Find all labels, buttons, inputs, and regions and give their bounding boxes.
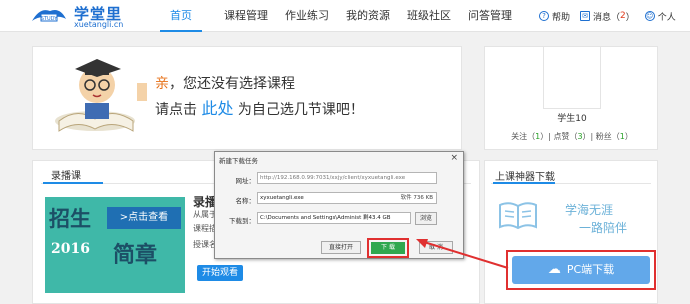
prompt-line2-post: 为自己选几节课吧！ [237,102,364,118]
download-highlight: 下 载 [367,238,409,258]
browse-button[interactable]: 浏览 [415,212,437,225]
messages-label: 消息 [593,12,612,23]
download-button[interactable]: 下 载 [371,242,405,254]
enrollment-banner[interactable]: 招生 >点击查看 2016 简章 [45,197,185,293]
close-icon[interactable]: × [450,153,458,163]
prompt-line1: ，您还没有选择课程 [169,76,295,92]
mail-icon: ✉ [580,11,591,21]
help-icon: ? [539,11,549,21]
main-nav: 首页 课程管理 作业练习 我的资源 班级社区 问答管理 [160,0,529,32]
open-directly-button[interactable]: 直接打开 [321,241,361,254]
user-icon: ☺ [644,11,655,21]
annotation-arrow [416,239,509,269]
nav-home[interactable]: 首页 [160,0,202,32]
slogan-line1: 学海无涯 [565,203,614,217]
choose-course-message: 请点击 此处 为自己选几节课吧！ [155,95,364,119]
profile-stats: 关注（1）| 点赞（3）| 粉丝（1） [511,132,633,141]
save-path-label: 下载到： [229,217,255,225]
header-tools: ? 帮助 ✉ 消息 （2） ☺ 个人 [539,0,686,32]
top-navigation-bar: STUDY 学堂里 xuetangli.cn 首页 课程管理 作业练习 我的资源… [0,0,690,32]
pc-download-label: PC端下载 [566,263,615,276]
pc-download-highlight: ☁ PC端下载 [506,250,656,290]
nav-homework[interactable]: 作业练习 [285,0,329,32]
profile-card: 学生10 关注（1）| 点赞（3）| 粉丝（1） [484,46,658,150]
download-tools-panel: 上课神器下载 学海无涯 一路陪伴 ☁ PC端下载 [484,160,658,304]
start-watching-button[interactable]: 开始观看 [197,265,243,281]
fans-label[interactable]: 粉丝 [596,132,612,141]
follow-label[interactable]: 关注 [511,132,527,141]
personal-link[interactable]: ☺ 个人 [644,10,676,23]
file-size: 软件 736 KB [400,195,433,201]
name-label: 名称： [235,197,256,205]
student-name[interactable]: 学生10 [485,111,659,124]
section-underline [493,182,555,184]
fans-count: 1 [619,132,625,141]
section-underline [43,182,103,184]
logo-badge-text: STUDY [41,16,58,22]
choose-course-link[interactable]: 此处 [201,99,233,118]
site-logo[interactable]: STUDY 学堂里 xuetangli.cn [30,3,130,29]
nav-my-resources[interactable]: 我的资源 [346,0,390,32]
slogan-line2: 一路陪伴 [579,221,628,235]
prompt-qin: 亲 [155,76,169,92]
banner-text-brochure: 简章 [113,242,158,268]
url-label: 网址： [235,177,256,185]
pc-download-button[interactable]: ☁ PC端下载 [512,256,650,284]
avatar[interactable] [543,47,601,109]
logo-domain: xuetangli.cn [74,20,124,29]
save-path-field[interactable]: C:\Documents and Settings\Administ 剩43.4… [257,212,411,224]
prompt-line2-pre: 请点击 [155,102,197,118]
follow-count: 1 [535,132,541,141]
likes-count: 3 [577,132,583,141]
no-course-message: 亲，您还没有选择课程 [155,73,295,93]
banner-cta: >点击查看 [107,207,181,229]
dialog-title: 新建下载任务 [219,157,258,165]
help-label: 帮助 [552,12,571,23]
download-section-title: 上课神器下载 [495,172,555,183]
help-link[interactable]: ? 帮助 [539,10,570,23]
logo-cap-icon: STUDY [32,10,66,22]
url-field[interactable]: http://192.168.0.99:7031/xxjy/client/xyx… [257,172,437,184]
banner-text-enroll: 招生 [49,206,91,231]
book-icon [499,202,537,230]
section-title-recorded[interactable]: 录播课 [51,167,81,182]
likes-label[interactable]: 点赞 [553,132,569,141]
banner-year: 2016 [51,241,90,257]
cloud-download-icon: ☁ [547,262,561,277]
messages-link[interactable]: ✉ 消息 （2） [580,10,635,23]
nav-class-community[interactable]: 班级社区 [407,0,451,32]
filename-value: xyxuetangli.exe [260,195,304,201]
personal-label: 个人 [657,12,676,23]
nav-course-management[interactable]: 课程管理 [224,0,268,32]
filename-field[interactable]: xyxuetangli.exe 软件 736 KB [257,192,437,204]
no-course-panel: 亲，您还没有选择课程 请点击 此处 为自己选几节课吧！ [32,46,462,150]
nav-qa-management[interactable]: 问答管理 [468,0,512,32]
